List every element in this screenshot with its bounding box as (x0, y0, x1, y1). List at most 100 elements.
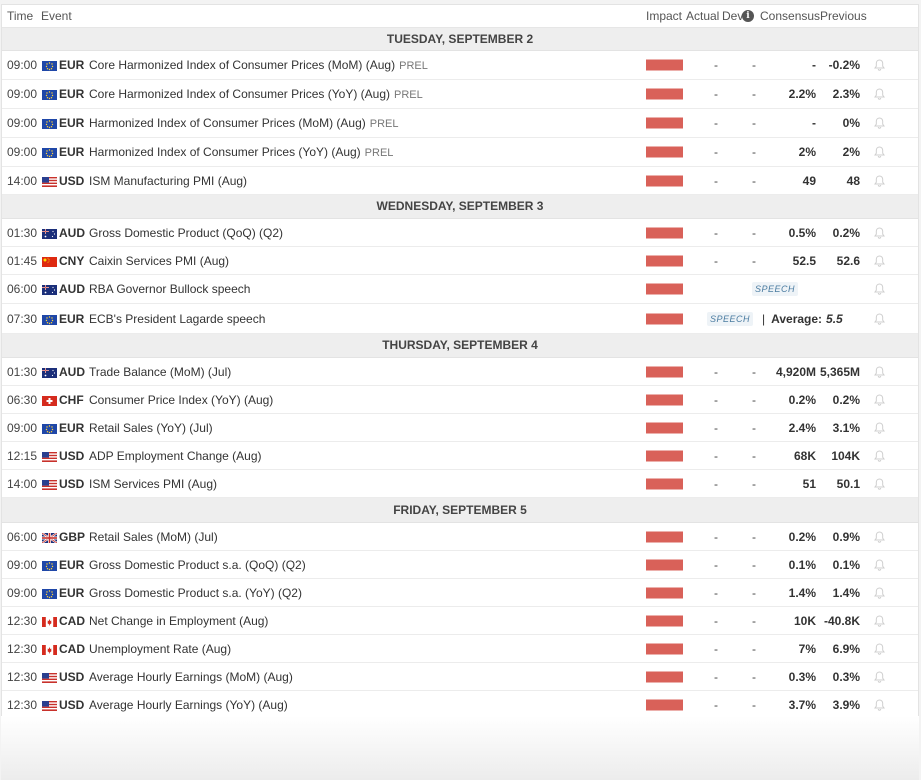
deviation-value: - (752, 448, 756, 463)
bell-icon[interactable] (874, 614, 885, 627)
bell-icon[interactable] (874, 477, 885, 490)
event-time: 09:00 (7, 58, 38, 72)
event-row[interactable]: 09:00 EUR Gross Domestic Product s.a. (QoQ… (2, 551, 918, 579)
event-name[interactable]: Unemployment Rate (Aug) (89, 642, 231, 656)
event-row[interactable]: 09:00 EUR Core Harmonized Index of Consume… (2, 51, 918, 80)
event-row[interactable]: 12:30 USD Average Hourly Earnings (YoY) (A… (2, 691, 918, 719)
event-row[interactable]: 14:00 USD ISM Manufacturing PMI (Aug) - - 49 4… (2, 167, 918, 195)
event-name[interactable]: Gross Domestic Product (QoQ) (Q2) (89, 226, 283, 240)
event-row[interactable]: 09:00 EUR Harmonized Index of Consumer Pri… (2, 138, 918, 167)
event-row[interactable]: 12:30 USD Average Hourly Earnings (MoM) (A… (2, 663, 918, 691)
impact-bar (646, 283, 683, 295)
bell-icon[interactable] (874, 146, 885, 158)
bell-icon[interactable] (874, 117, 885, 129)
event-name-text: Gross Domestic Product s.a. (YoY) (Q2) (89, 585, 302, 600)
event-name[interactable]: Core Harmonized Index of Consumer Prices… (89, 87, 423, 101)
previous-value: -40.8K (823, 613, 860, 628)
event-name[interactable]: ISM Services PMI (Aug) (89, 477, 217, 491)
event-name[interactable]: Net Change in Employment (Aug) (89, 614, 268, 628)
event-row[interactable]: 07:30 EUR ECB's President Lagarde speech SP… (2, 304, 918, 334)
column-header-time[interactable]: Time (7, 9, 33, 23)
event-row[interactable]: 12:30 CAD Net Change in Employment (Aug) - -… (2, 607, 918, 635)
event-name[interactable]: ISM Manufacturing PMI (Aug) (89, 174, 247, 188)
event-name[interactable]: Retail Sales (YoY) (Jul) (89, 421, 213, 435)
bell-icon[interactable] (874, 88, 885, 100)
bell-icon[interactable] (874, 254, 885, 267)
previous-value: 2% (842, 145, 860, 159)
deviation-value: - (752, 585, 756, 600)
bell-icon[interactable] (874, 174, 885, 187)
event-name[interactable]: RBA Governor Bullock speech (89, 282, 250, 296)
event-name[interactable]: Harmonized Index of Consumer Prices (MoM… (89, 116, 399, 130)
previous-value: 6.9% (832, 641, 860, 656)
event-row[interactable]: 12:15 USD ADP Employment Change (Aug) - - 68K… (2, 442, 918, 470)
day-header: THURSDAY, SEPTEMBER 4 (2, 334, 918, 358)
us-flag-icon (42, 479, 57, 490)
event-row[interactable]: 09:00 EUR Retail Sales (YoY) (Jul) - - 2.4% 3.… (2, 414, 918, 442)
ca-flag-icon (42, 616, 57, 627)
event-row[interactable]: 06:00 AUD RBA Governor Bullock speech SPEEC… (2, 275, 918, 304)
column-header-consensus[interactable]: Consensus (760, 9, 820, 23)
event-time: 14:00 (7, 476, 38, 491)
eu-flag-icon (42, 60, 57, 71)
event-name[interactable]: Gross Domestic Product s.a. (YoY) (Q2) (89, 586, 302, 600)
previous-value: 1.4% (832, 585, 860, 600)
event-name[interactable]: Retail Sales (MoM) (Jul) (89, 530, 218, 544)
bell-icon[interactable] (874, 283, 885, 295)
column-header-event[interactable]: Event (41, 9, 72, 23)
event-name-text: ECB's President Lagarde speech (89, 311, 266, 326)
event-row[interactable]: 09:00 EUR Core Harmonized Index of Consume… (2, 80, 918, 109)
event-row[interactable]: 12:30 CAD Unemployment Rate (Aug) - - 7% 6.9% (2, 635, 918, 663)
actual-value: - (714, 225, 718, 240)
event-name[interactable]: Consumer Price Index (YoY) (Aug) (89, 393, 273, 407)
bell-icon[interactable] (874, 670, 885, 683)
column-header-impact[interactable]: Impact (646, 9, 682, 23)
event-row[interactable]: 01:30 AUD Trade Balance (MoM) (Jul) - - 4,920… (2, 358, 918, 386)
us-flag-icon (42, 700, 57, 711)
bell-icon[interactable] (874, 698, 885, 711)
event-time: 06:30 (7, 392, 38, 407)
bell-icon[interactable] (874, 449, 885, 462)
event-row[interactable]: 09:00 EUR Gross Domestic Product s.a. (YoY… (2, 579, 918, 607)
event-time: 14:00 (7, 173, 38, 188)
bell-icon[interactable] (874, 312, 885, 325)
bell-icon[interactable] (874, 59, 885, 71)
event-row[interactable]: 01:30 AUD Gross Domestic Product (QoQ) (Q2… (2, 219, 918, 247)
event-name-text: ISM Manufacturing PMI (Aug) (89, 173, 248, 188)
impact-bar (646, 531, 683, 542)
event-name[interactable]: ADP Employment Change (Aug) (89, 449, 262, 463)
bell-icon[interactable] (874, 393, 885, 406)
event-row[interactable]: 06:00 GBP Retail Sales (MoM) (Jul) - - 0.2% 0.… (2, 523, 918, 551)
bell-icon[interactable] (874, 421, 885, 434)
bell-icon[interactable] (874, 365, 885, 378)
currency-code: USD (59, 448, 85, 463)
info-icon[interactable]: i (742, 10, 754, 22)
bell-icon[interactable] (874, 586, 885, 599)
column-header-actual[interactable]: Actual (686, 9, 719, 23)
event-name[interactable]: Average Hourly Earnings (MoM) (Aug) (89, 670, 293, 684)
consensus-value: 2.4% (788, 420, 816, 435)
event-name[interactable]: Caixin Services PMI (Aug) (89, 254, 229, 268)
column-header-dev[interactable]: Dev (722, 9, 743, 23)
us-flag-icon (42, 451, 57, 462)
column-header-previous[interactable]: Previous (820, 9, 867, 23)
event-name[interactable]: Harmonized Index of Consumer Prices (YoY… (89, 145, 393, 159)
event-row[interactable]: 14:00 USD ISM Services PMI (Aug) - - 51 50.1 (2, 470, 918, 498)
event-name[interactable]: Gross Domestic Product s.a. (QoQ) (Q2) (89, 558, 306, 572)
impact-bar (646, 587, 683, 598)
bell-icon[interactable] (874, 226, 885, 239)
event-name[interactable]: Trade Balance (MoM) (Jul) (89, 365, 231, 379)
currency-code: CNY (59, 253, 85, 268)
event-row[interactable]: 09:00 EUR Harmonized Index of Consumer Pri… (2, 109, 918, 138)
event-row[interactable]: 06:30 CHF Consumer Price Index (YoY) (Aug)… (2, 386, 918, 414)
bell-icon[interactable] (874, 530, 885, 543)
deviation-value: - (752, 116, 756, 130)
event-row[interactable]: 01:45 CNY Caixin Services PMI (Aug) - - 52.5 5… (2, 247, 918, 275)
event-name[interactable]: Average Hourly Earnings (YoY) (Aug) (89, 698, 288, 712)
event-name[interactable]: ECB's President Lagarde speech (89, 312, 265, 326)
deviation-value: - (752, 225, 756, 240)
bell-icon[interactable] (874, 558, 885, 571)
consensus-value: 2% (798, 145, 816, 159)
event-name[interactable]: Core Harmonized Index of Consumer Prices… (89, 58, 428, 72)
bell-icon[interactable] (874, 642, 885, 655)
